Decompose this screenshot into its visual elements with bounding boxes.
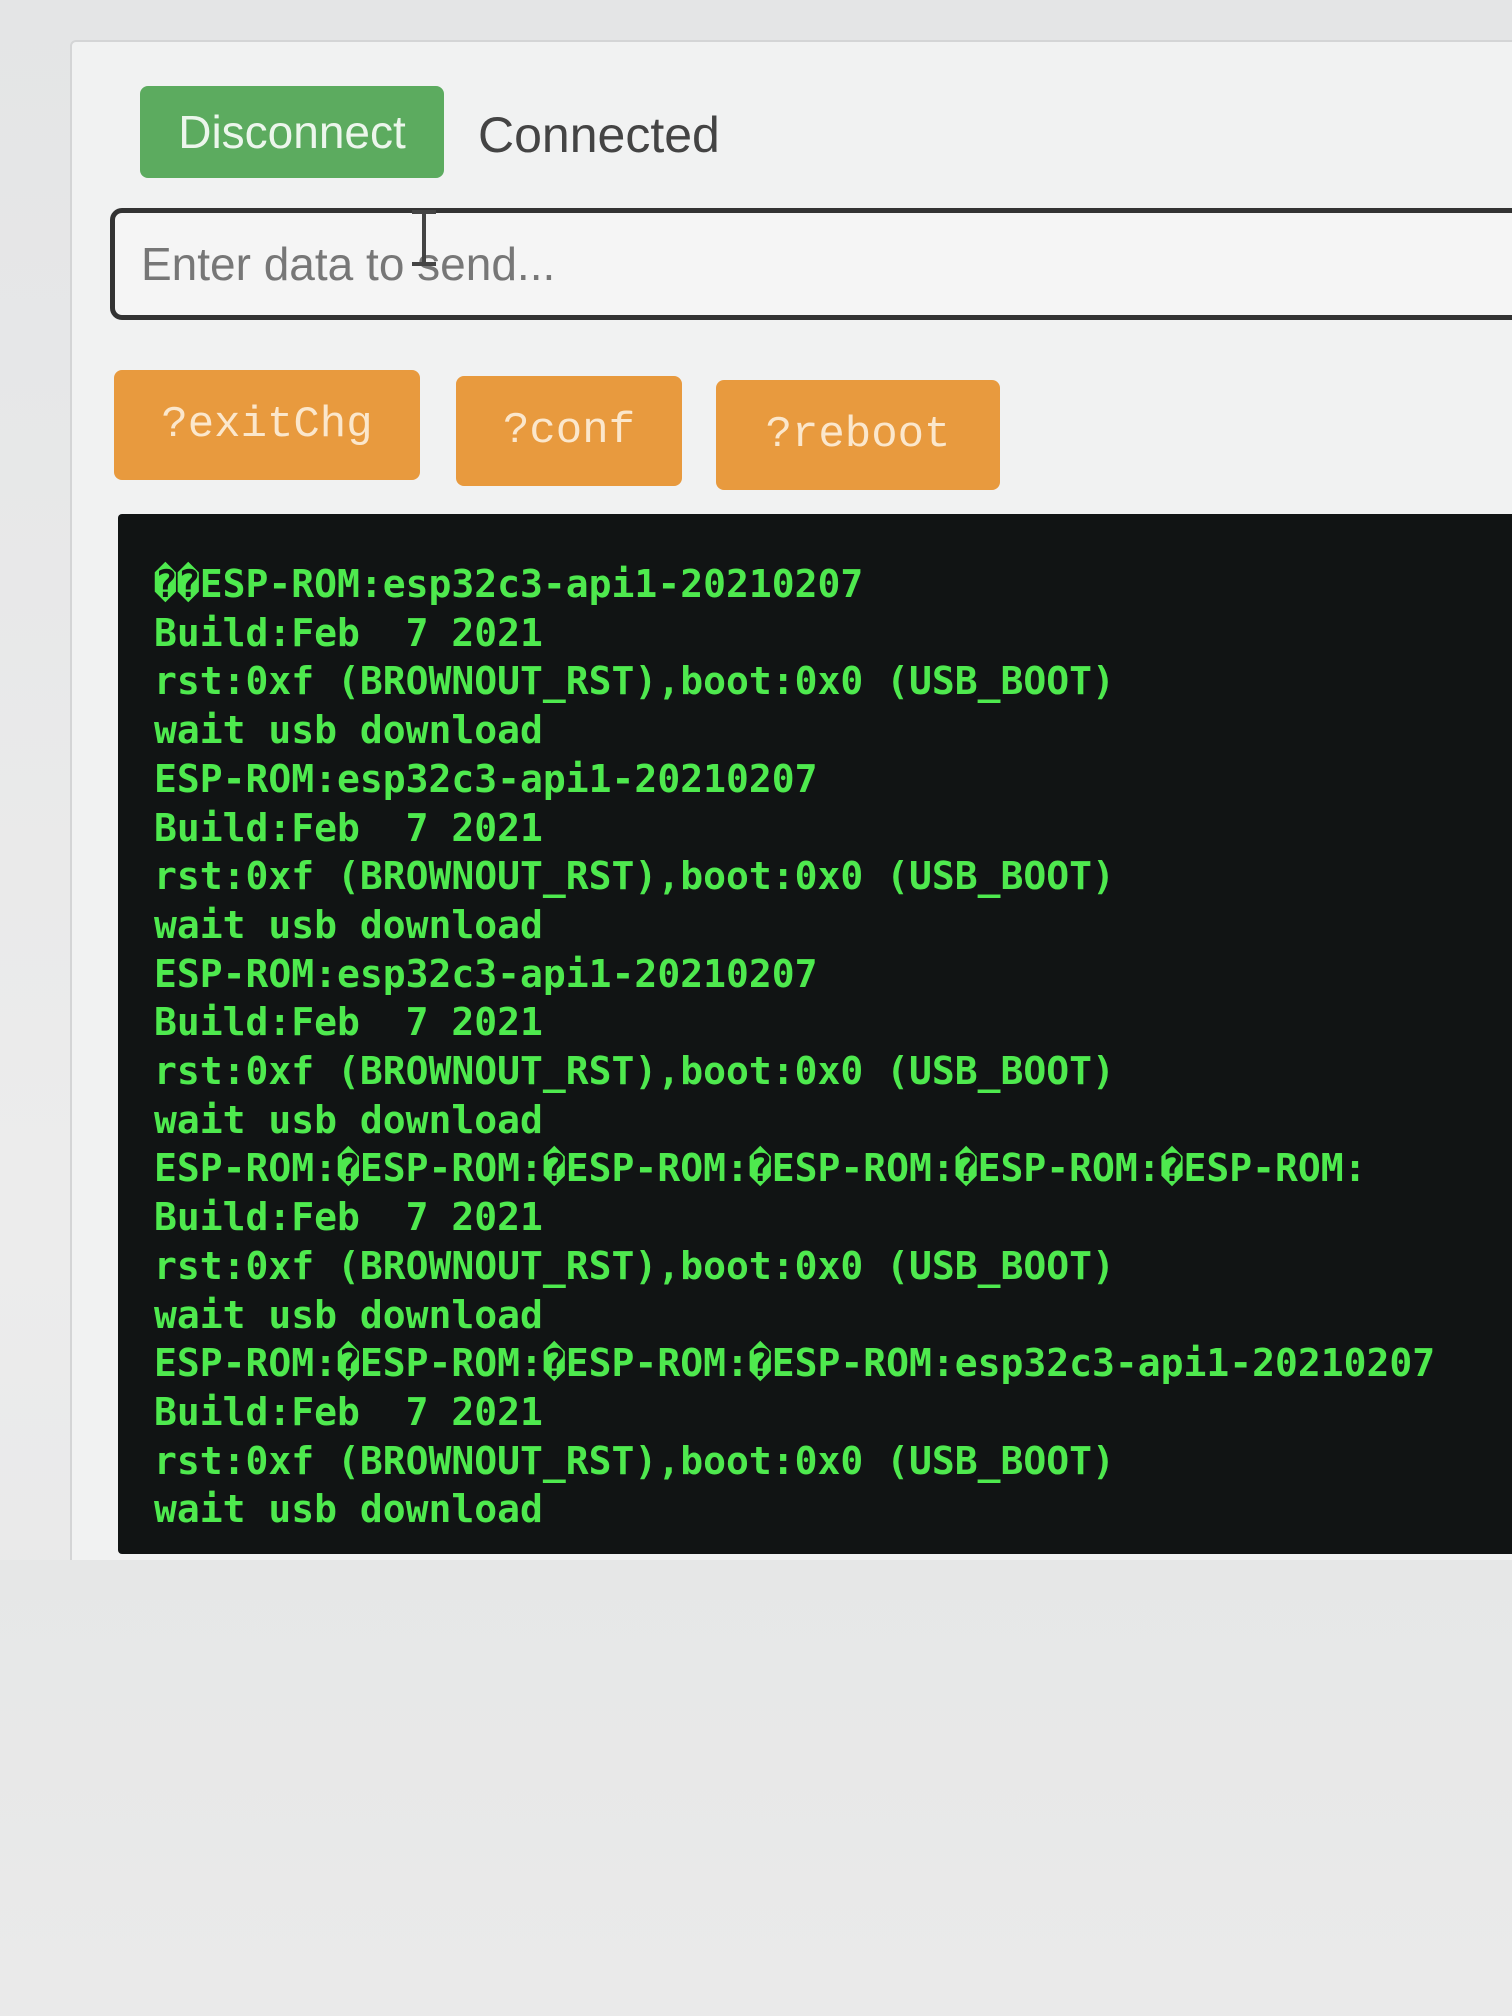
console-line: Build:Feb 7 2021: [154, 1195, 543, 1240]
page-background: [0, 1560, 1512, 2016]
console-line: wait usb download: [154, 1487, 543, 1532]
console-line: wait usb download: [154, 1292, 543, 1337]
console-line: rst:0xf (BROWNOUT_RST),boot:0x0 (USB_BOO…: [154, 1438, 1115, 1483]
console-line: rst:0xf (BROWNOUT_RST),boot:0x0 (USB_BOO…: [154, 659, 1115, 704]
page: Disconnect Connected ?exitChg ?conf ?reb…: [0, 0, 1512, 2016]
console-line: ESP-ROM:�ESP-ROM:�ESP-ROM:�ESP-ROM:�ESP-…: [154, 1146, 1367, 1191]
serial-console-output[interactable]: ��ESP-ROM:esp32c3-api1-20210207 Build:Feb…: [118, 514, 1512, 1554]
disconnect-button[interactable]: Disconnect: [140, 86, 444, 178]
send-data-input[interactable]: [110, 208, 1512, 320]
console-line: ESP-ROM:esp32c3-api1-20210207: [154, 951, 818, 996]
console-line: Build:Feb 7 2021: [154, 610, 543, 655]
console-lines: ��ESP-ROM:esp32c3-api1-20210207 Build:Feb…: [154, 560, 1435, 1534]
console-line: wait usb download: [154, 1097, 543, 1142]
text-cursor-icon: [412, 210, 436, 266]
console-line: wait usb download: [154, 708, 543, 753]
console-line: rst:0xf (BROWNOUT_RST),boot:0x0 (USB_BOO…: [154, 854, 1115, 899]
conf-command-button[interactable]: ?conf: [456, 376, 682, 486]
console-line: rst:0xf (BROWNOUT_RST),boot:0x0 (USB_BOO…: [154, 1049, 1115, 1094]
console-line: ESP-ROM:esp32c3-api1-20210207: [154, 756, 818, 801]
console-line: wait usb download: [154, 902, 543, 947]
console-line: Build:Feb 7 2021: [154, 1389, 543, 1434]
console-line: Build:Feb 7 2021: [154, 1000, 543, 1045]
console-line: rst:0xf (BROWNOUT_RST),boot:0x0 (USB_BOO…: [154, 1243, 1115, 1288]
exitchg-command-button[interactable]: ?exitChg: [114, 370, 420, 480]
console-line: ESP-ROM:�ESP-ROM:�ESP-ROM:�ESP-ROM:esp32…: [154, 1341, 1436, 1386]
console-line: ��ESP-ROM:esp32c3-api1-20210207: [154, 562, 864, 606]
connection-status: Connected: [478, 107, 720, 163]
reboot-command-button[interactable]: ?reboot: [716, 380, 1000, 490]
console-line: Build:Feb 7 2021: [154, 805, 543, 850]
